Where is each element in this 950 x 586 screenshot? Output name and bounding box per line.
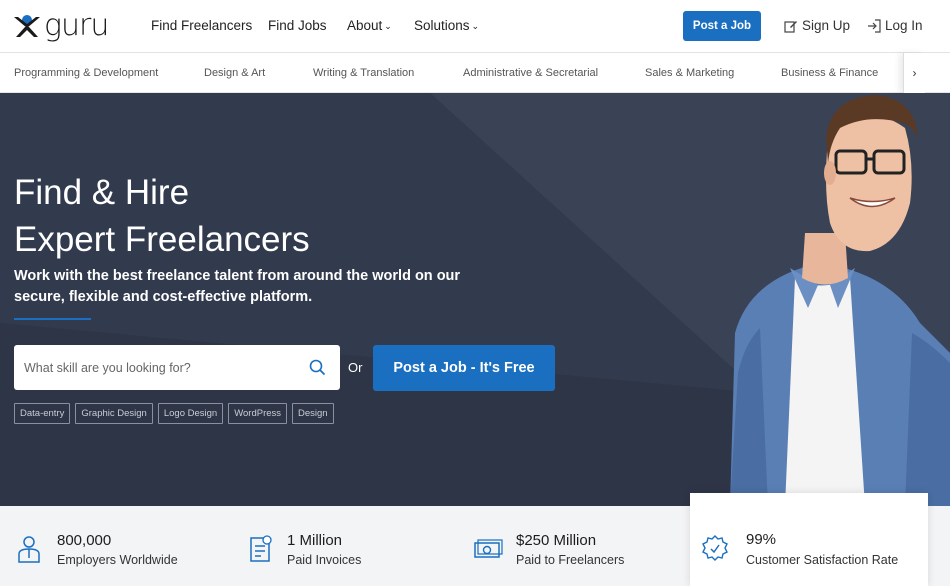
log-in-label: Log In — [885, 18, 923, 33]
skill-tag[interactable]: Graphic Design — [75, 403, 153, 424]
nav-about[interactable]: About ⌄ — [347, 18, 392, 33]
sign-up-label: Sign Up — [802, 18, 851, 33]
category-administrative[interactable]: Administrative & Secretarial — [463, 67, 598, 79]
search-icon[interactable] — [309, 359, 326, 376]
post-job-button[interactable]: Post a Job — [683, 11, 761, 41]
post-job-free-button[interactable]: Post a Job - It's Free — [373, 345, 555, 391]
hero-section: Find & Hire Expert Freelancers Work with… — [0, 93, 950, 506]
hero-divider — [14, 318, 91, 320]
stat-label: Paid to Freelancers — [516, 553, 625, 567]
or-separator: Or — [348, 360, 363, 375]
category-bar: Programming & Development Design & Art W… — [0, 53, 950, 93]
hero-title-line1: Find & Hire — [14, 173, 190, 212]
skill-tag[interactable]: Design — [292, 403, 334, 424]
category-sales-marketing[interactable]: Sales & Marketing — [645, 67, 734, 79]
hero-person-image — [730, 95, 950, 506]
invoice-icon — [250, 535, 272, 562]
stat-label: Employers Worldwide — [57, 553, 178, 567]
category-business-finance[interactable]: Business & Finance — [781, 67, 878, 79]
stat-label: Customer Satisfaction Rate — [746, 553, 899, 567]
money-icon — [474, 539, 503, 558]
guru-logo[interactable]: guru — [12, 8, 109, 43]
stat-label: Paid Invoices — [287, 553, 362, 567]
stat-value: 1 Million — [287, 532, 343, 549]
top-navigation: guru Find Freelancers Find Jobs About ⌄ S… — [0, 0, 950, 53]
logo-text: guru — [44, 8, 109, 43]
log-in-link[interactable]: Log In — [867, 18, 923, 33]
skill-tag[interactable]: Data-entry — [14, 403, 71, 424]
skill-tag[interactable]: Logo Design — [157, 403, 224, 424]
chevron-down-icon: ⌄ — [471, 21, 480, 31]
login-icon — [868, 18, 881, 33]
nav-find-jobs[interactable]: Find Jobs — [268, 18, 327, 33]
award-icon — [702, 535, 728, 561]
nav-find-freelancers[interactable]: Find Freelancers — [151, 18, 252, 33]
nav-solutions[interactable]: Solutions ⌄ — [414, 18, 479, 33]
category-scroll-right-icon[interactable]: › — [903, 53, 925, 93]
guru-logo-mark-icon — [14, 15, 40, 37]
skill-tag[interactable]: WordPress — [228, 403, 288, 424]
nav-about-label: About — [347, 18, 383, 33]
hero-title: Find & Hire Expert Freelancers — [14, 169, 310, 263]
skill-search-box — [14, 345, 340, 390]
stat-value: 800,000 — [57, 532, 112, 549]
hero-subtitle: Work with the best freelance talent from… — [14, 268, 461, 305]
category-design-art[interactable]: Design & Art — [204, 67, 265, 79]
category-programming[interactable]: Programming & Development — [14, 67, 158, 79]
nav-solutions-label: Solutions — [414, 18, 470, 33]
chevron-down-icon: ⌄ — [384, 21, 392, 31]
hero-title-line2: Expert Freelancers — [14, 220, 310, 259]
stat-value: 99% — [746, 531, 777, 548]
sign-up-link[interactable]: Sign Up — [784, 18, 850, 33]
edit-icon — [784, 20, 797, 33]
popular-skill-tags: Data-entry Graphic Design Logo Design Wo… — [14, 403, 334, 424]
employer-icon — [18, 536, 40, 563]
skill-search-input[interactable] — [24, 357, 294, 379]
stat-value: $250 Million — [516, 532, 597, 549]
category-writing-translation[interactable]: Writing & Translation — [313, 67, 414, 79]
